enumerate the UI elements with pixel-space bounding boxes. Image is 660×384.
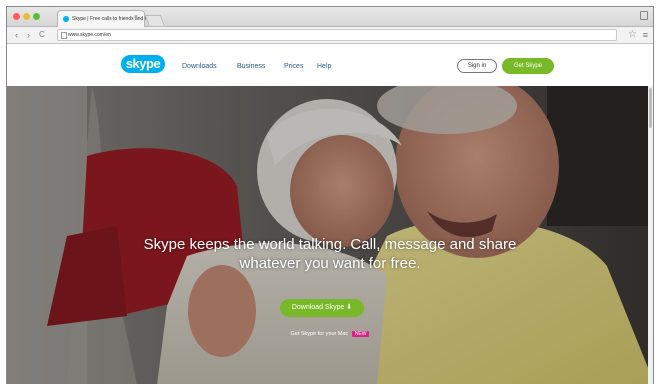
hero-headline-line-1: Skype keeps the world talking. Call, mes…	[143, 236, 517, 253]
browser-tab[interactable]: Skype | Free calls to friends and fa... …	[57, 10, 153, 27]
tab-title: Skype | Free calls to friends and fa...	[72, 16, 154, 22]
back-icon[interactable]: ‹	[15, 30, 18, 40]
new-tab-button[interactable]	[144, 15, 166, 27]
nav-downloads[interactable]: Downloads	[182, 63, 217, 70]
minimize-window-button[interactable]	[23, 13, 30, 20]
browser-window: Skype | Free calls to friends and fa... …	[6, 6, 654, 384]
tab-close-icon[interactable]: ×	[134, 14, 138, 21]
forward-icon[interactable]: ›	[27, 30, 30, 40]
scrollbar-thumb[interactable]	[649, 88, 652, 128]
browser-tab-strip: Skype | Free calls to friends and fa... …	[7, 7, 653, 27]
hero-photo	[7, 86, 653, 384]
menu-icon[interactable]: ≡	[643, 30, 648, 40]
hero-headline-line-2: whatever you want for free.	[239, 255, 421, 272]
reload-icon[interactable]: C	[39, 30, 45, 40]
site-header: skype Downloads Business Prices Help Sig…	[7, 44, 653, 86]
new-badge: NEW	[351, 331, 370, 337]
bookmark-star-icon[interactable]: ☆	[628, 29, 637, 40]
hero-section: Skype keeps the world talking. Call, mes…	[7, 86, 653, 384]
page-icon	[61, 32, 67, 39]
close-window-button[interactable]	[13, 13, 20, 20]
download-skype-button[interactable]: Download Skype ⬇	[280, 299, 364, 317]
address-bar-row: ‹ › C www.skype.com/en ☆ ≡	[7, 27, 653, 44]
url-input[interactable]: www.skype.com/en	[57, 29, 617, 41]
skype-logo[interactable]: skype	[121, 55, 165, 73]
get-skype-button[interactable]: Get Skype	[502, 58, 554, 74]
nav-prices[interactable]: Prices	[284, 63, 303, 70]
profile-icon[interactable]	[640, 11, 648, 20]
nav-business[interactable]: Business	[237, 63, 265, 70]
zoom-window-button[interactable]	[33, 13, 40, 20]
page-scrollbar[interactable]	[648, 86, 653, 384]
nav-help[interactable]: Help	[317, 63, 331, 70]
sign-in-button[interactable]: Sign in	[457, 59, 497, 73]
url-text: www.skype.com/en	[68, 32, 111, 38]
mac-download-note: Get Skype for your Mac NEW	[7, 331, 653, 337]
mac-download-link[interactable]: Get Skype for your Mac	[291, 331, 349, 337]
skype-favicon-icon	[63, 16, 69, 22]
